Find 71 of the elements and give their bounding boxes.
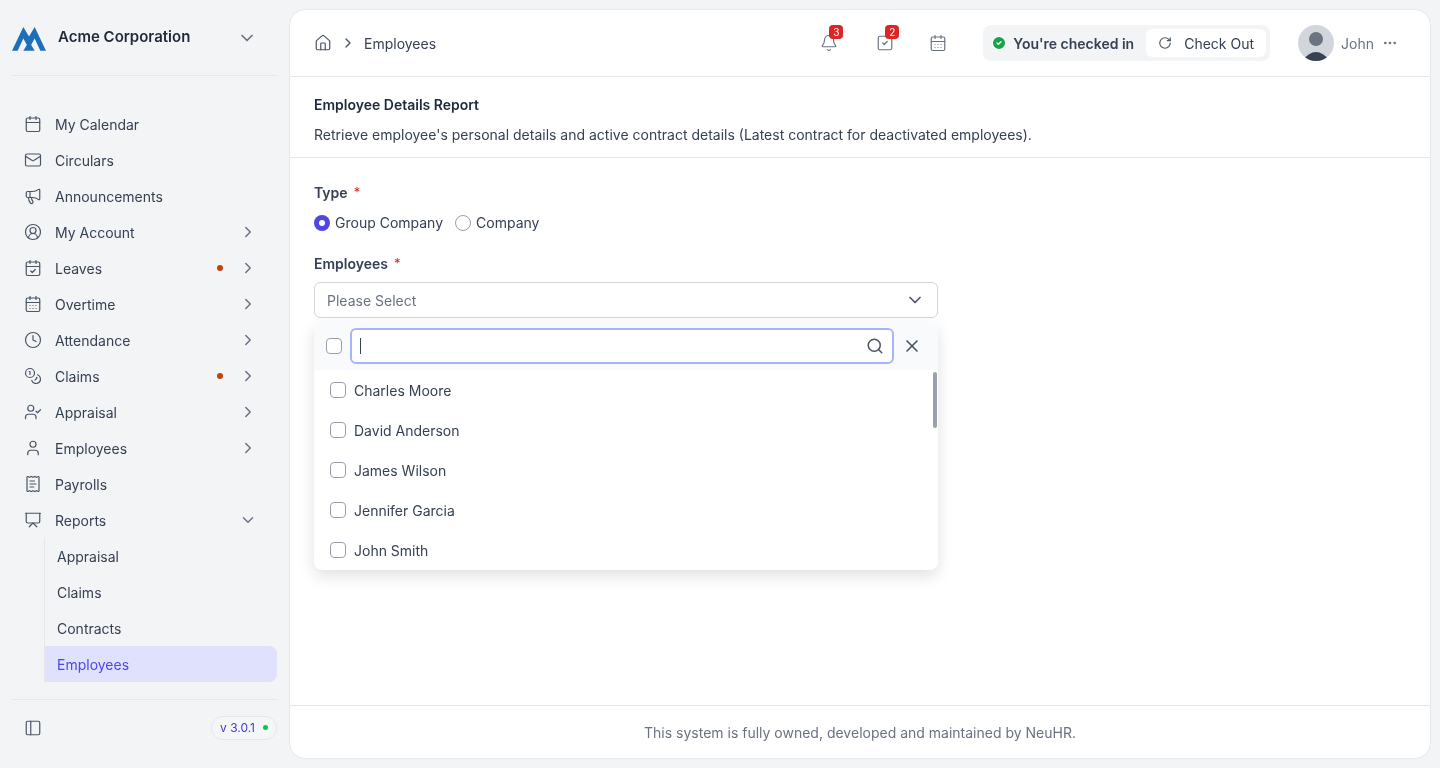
option-row[interactable]: John Smith (314, 530, 938, 570)
field-label: Type (314, 183, 348, 203)
checkbox[interactable] (330, 502, 346, 518)
checkbox[interactable] (330, 542, 346, 558)
sidebar-item[interactable]: My Account (12, 214, 277, 250)
checkbox[interactable] (330, 462, 346, 478)
option-row[interactable]: James Wilson (314, 450, 938, 490)
radio-option[interactable]: Company (455, 212, 540, 233)
employee-select[interactable]: Please Select (314, 282, 938, 318)
option-row[interactable]: Charles Moore (314, 370, 938, 410)
calendar-icon[interactable] (929, 34, 948, 52)
envelope-icon (24, 151, 42, 169)
option-row[interactable]: David Anderson (314, 410, 938, 450)
bell-icon[interactable] (820, 34, 839, 52)
attendance-status: You're checked in (1013, 33, 1135, 54)
calendar-icon (24, 295, 42, 313)
sidebar-item[interactable]: Announcements (12, 178, 277, 214)
user-circle-icon (24, 223, 42, 241)
user-name[interactable]: John (1341, 32, 1374, 54)
calendar-check-icon (24, 259, 42, 277)
radio-button[interactable] (455, 214, 472, 231)
search-field[interactable] (350, 328, 894, 364)
count-badge: 2 (885, 25, 900, 39)
field-label: Employees (314, 254, 388, 274)
refresh-icon (1158, 36, 1173, 50)
coins-icon (24, 367, 42, 385)
clock-icon (24, 331, 42, 349)
search-icon (866, 337, 884, 355)
select-input[interactable]: Please Select (327, 289, 905, 311)
radio-button[interactable] (314, 214, 330, 231)
required-marker: * (394, 253, 401, 273)
sidebar-item[interactable]: Circulars (12, 142, 277, 178)
required-marker: * (353, 182, 361, 202)
submenu-item[interactable]: Contracts (45, 610, 277, 646)
submenu-item[interactable]: Appraisal (45, 538, 277, 574)
footer-text: This system is fully owned, developed and maintained by NeuHR. (644, 722, 1076, 743)
submenu-item[interactable]: Claims (45, 574, 277, 610)
sidebar-item[interactable]: Appraisal (12, 394, 277, 430)
report-title: Employee Details Report (314, 95, 481, 115)
presentation-icon (24, 511, 42, 529)
checkbox[interactable] (330, 382, 346, 398)
user-icon (24, 439, 42, 457)
sidebar-item[interactable]: Reports (12, 502, 277, 538)
sidebar-item[interactable]: Claims (12, 358, 277, 394)
organization-name: Acme Corporation (58, 26, 192, 49)
logo-icon (12, 24, 46, 51)
checkbox-icon[interactable] (876, 34, 895, 52)
sidebar-item[interactable]: Attendance (12, 322, 277, 358)
breadcrumb-item[interactable]: Employees (364, 32, 437, 54)
sidebar-item[interactable]: Payrolls (12, 466, 277, 502)
select-all-checkbox[interactable] (326, 338, 342, 354)
count-badge: 3 (829, 25, 844, 39)
sidebar-item[interactable]: Overtime (12, 286, 277, 322)
version-badge: v 3.0.1 (211, 715, 277, 740)
option-row[interactable]: Jennifer Garcia (314, 490, 938, 530)
check-out-button[interactable]: Check Out (1146, 29, 1267, 57)
calendar-icon (24, 115, 42, 133)
checkbox[interactable] (330, 422, 346, 438)
sidebar-item[interactable]: Leaves (12, 250, 277, 286)
user-check-icon (24, 403, 42, 421)
submenu-item[interactable]: Employees (45, 646, 277, 682)
receipt-icon (24, 475, 42, 493)
megaphone-icon (24, 187, 42, 205)
sidebar-item[interactable]: Employees (12, 430, 277, 466)
avatar[interactable] (1298, 25, 1335, 61)
home-icon[interactable] (314, 34, 332, 52)
sidebar-item[interactable]: My Calendar (12, 106, 277, 142)
radio-option[interactable]: Group Company (314, 212, 444, 233)
sidebar-toggle-icon[interactable] (24, 718, 42, 737)
scrollbar[interactable] (933, 372, 937, 428)
report-description: Retrieve employee's personal details and active contract details (Latest contract for deactivated employees). (314, 125, 1033, 145)
